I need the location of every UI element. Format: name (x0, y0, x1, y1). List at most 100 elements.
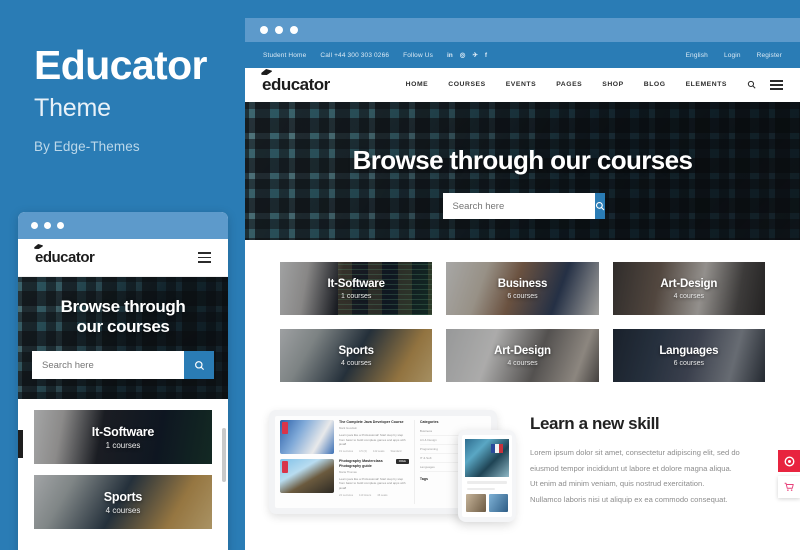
course-description: Learn java like a Professional! Start st… (339, 476, 406, 491)
site-topbar: Student Home Call +44 300 303 0266 Follo… (245, 42, 800, 68)
cart-button[interactable] (778, 476, 800, 498)
course-seats: 142 seats (372, 450, 385, 454)
learn-section: The Complete Java Developer Course Mark … (245, 396, 800, 522)
mobile-hero: Browse through our courses (18, 277, 228, 399)
purchase-button[interactable] (778, 450, 800, 472)
mobile-hamburger-icon[interactable] (198, 252, 211, 263)
phone-text-line (467, 487, 495, 490)
mobile-category-list: It-Software 1 courses Sports 4 courses (18, 399, 228, 529)
register-link[interactable]: Register (757, 52, 782, 59)
course-thumb (280, 459, 334, 493)
window-dot-close[interactable] (260, 26, 268, 34)
category-count: 1 courses (105, 440, 141, 450)
mobile-search-button[interactable] (184, 351, 214, 380)
device-mockup-art: The Complete Java Developer Course Mark … (263, 402, 518, 522)
social-icons: in ◎ ✈ f (447, 51, 487, 60)
badge-icon (282, 461, 288, 473)
list-item[interactable]: It-Software 1 courses (34, 410, 212, 464)
nav-item-home[interactable]: HOME (406, 81, 429, 88)
mobile-hero-heading: Browse through our courses (60, 296, 186, 336)
site-logo[interactable]: educator (262, 75, 330, 95)
category-card-languages[interactable]: Languages 6 courses (612, 329, 765, 382)
mobile-search-input[interactable] (32, 351, 184, 380)
course-author: Mark Goodwin (339, 426, 358, 431)
instagram-icon[interactable]: ◎ (460, 51, 466, 59)
category-count: 6 courses (507, 292, 538, 300)
mobile-side-strip (18, 430, 23, 458)
window-dot-close[interactable] (31, 222, 38, 229)
facebook-icon[interactable]: f (485, 52, 487, 59)
phone-card (466, 494, 486, 512)
category-title: Art-Design (494, 344, 551, 357)
search-button[interactable] (594, 193, 605, 219)
mobile-scrollbar[interactable] (222, 428, 226, 482)
category-title: Art-Design (660, 277, 718, 290)
language-selector[interactable]: English (686, 52, 708, 59)
category-card-art-design-2[interactable]: Art-Design 4 courses (446, 329, 599, 382)
site-main-navbar: educator HOME COURSES EVENTS PAGES SHOP … (245, 68, 800, 102)
category-count: 4 courses (673, 292, 704, 300)
search-icon (595, 201, 604, 211)
nav-item-events[interactable]: EVENTS (506, 81, 537, 88)
topbar-student-home-link[interactable]: Student Home (263, 52, 306, 59)
category-count: 1 courses (340, 292, 372, 300)
nav-item-shop[interactable]: SHOP (602, 81, 623, 88)
screenshot-stage: Educator Theme By Edge-Themes educator B… (0, 0, 800, 550)
shopping-cart-icon (784, 482, 794, 491)
floating-action-buttons (778, 450, 800, 498)
search-icon[interactable] (747, 80, 756, 90)
topbar-follow-us-label: Follow Us (403, 51, 433, 59)
table-row[interactable]: FREE Photography Masterclass Photography… (280, 459, 409, 497)
window-dot-maximize[interactable] (57, 222, 64, 229)
search-input[interactable] (442, 193, 595, 219)
main-menu: HOME COURSES EVENTS PAGES SHOP BLOG ELEM… (406, 81, 727, 88)
category-card-art-design[interactable]: Art-Design 4 courses (612, 262, 765, 315)
twitter-icon[interactable]: ✈ (472, 51, 477, 59)
list-item[interactable]: Sports 4 courses (34, 475, 212, 529)
badge-icon (282, 422, 288, 434)
phone-text-line (467, 481, 507, 484)
promo-byline: By Edge-Themes (34, 139, 140, 155)
category-title: Languages (659, 344, 719, 357)
mobile-mockup: educator Browse through our courses Sear… (18, 212, 228, 550)
learn-heading: Learn a new skill (530, 414, 660, 433)
nav-item-courses[interactable]: COURSES (448, 81, 485, 88)
desktop-browser-mockup: Student Home Call +44 300 303 0266 Follo… (245, 18, 800, 550)
promo-brand-block: Educator Theme By Edge-Themes (34, 43, 234, 155)
category-count: 6 courses (673, 359, 704, 367)
free-tag: FREE (395, 459, 409, 464)
category-card-it-software[interactable]: It-Software 1 courses (280, 262, 433, 315)
mobile-window-chrome (18, 212, 228, 239)
course-seats: 46 seats (377, 493, 388, 497)
search-icon (194, 360, 204, 370)
topbar-phone-link[interactable]: Call +44 300 303 0266 (320, 52, 389, 59)
hero-search-bar (442, 193, 605, 219)
category-card-business[interactable]: Business 6 courses (446, 262, 599, 315)
hamburger-icon[interactable] (770, 79, 783, 91)
phone-hero-image (465, 439, 509, 477)
nav-item-pages[interactable]: PAGES (556, 81, 582, 88)
course-hours: 113 Hours (359, 493, 372, 497)
category-row-1: It-Software 1 courses Business 6 courses… (280, 262, 765, 315)
mobile-logo[interactable]: educator (35, 249, 95, 266)
window-dot-maximize[interactable] (290, 26, 298, 34)
course-lectures: 24 Lectures (339, 493, 354, 497)
promo-panel: Educator Theme By Edge-Themes educator B… (0, 0, 245, 550)
browser-window-chrome (245, 18, 800, 42)
linkedin-icon[interactable]: in (447, 52, 453, 59)
mobile-logo-text: educator (35, 249, 95, 266)
window-dot-minimize[interactable] (275, 26, 283, 34)
category-cards-section: It-Software 1 courses Business 6 courses… (245, 240, 800, 382)
category-count: 4 courses (105, 505, 141, 515)
window-dot-minimize[interactable] (44, 222, 51, 229)
category-title: It-Software (327, 277, 385, 290)
target-icon (784, 456, 794, 466)
nav-item-elements[interactable]: ELEMENTS (686, 81, 727, 88)
login-link[interactable]: Login (724, 52, 741, 59)
course-title: The Complete Java Developer Course (339, 420, 404, 424)
nav-item-blog[interactable]: BLOG (644, 81, 666, 88)
table-row[interactable]: The Complete Java Developer Course Mark … (280, 420, 409, 454)
learn-paragraph: Lorem ipsum dolor sit amet, consectetur … (530, 448, 740, 504)
category-card-sports[interactable]: Sports 4 courses (280, 329, 433, 382)
site-logo-text: educator (262, 75, 330, 94)
